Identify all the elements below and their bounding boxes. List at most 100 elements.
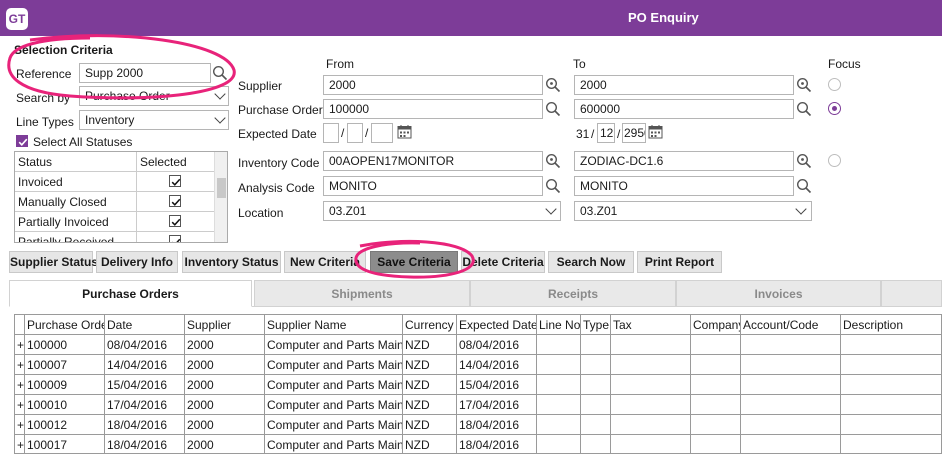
cell-account-code [741, 395, 841, 415]
purchase-order-to-search-icon[interactable] [796, 101, 812, 117]
window-title: PO Enquiry [628, 10, 699, 25]
expected-date-from-day[interactable] [323, 123, 339, 143]
column-header[interactable]: Line No. [537, 315, 581, 335]
analysis-code-from-search-icon[interactable] [545, 178, 561, 194]
print-report-button[interactable]: Print Report [637, 251, 722, 273]
inventory-status-button[interactable]: Inventory Status [182, 251, 281, 273]
supplier-from-input[interactable]: 2000 [323, 75, 543, 95]
tab-overflow[interactable] [881, 280, 942, 307]
column-header[interactable]: Supplier [185, 315, 265, 335]
status-row[interactable]: Invoiced [15, 172, 215, 192]
expected-date-from-calendar-icon[interactable] [397, 124, 412, 139]
cell-company [691, 435, 741, 453]
analysis-code-to-input[interactable]: MONITO [574, 176, 794, 196]
column-header[interactable]: Currency [403, 315, 457, 335]
reference-search-icon[interactable] [212, 65, 228, 81]
save-criteria-button[interactable]: Save Criteria [370, 251, 458, 273]
column-header[interactable]: Type [581, 315, 611, 335]
expected-date-to-year[interactable]: 2950 [622, 123, 646, 143]
purchase-order-to-input[interactable]: 600000 [574, 99, 794, 119]
status-checkbox[interactable] [169, 195, 181, 207]
table-row[interactable]: + 100000 08/04/2016 2000 Computer and Pa… [15, 335, 941, 355]
column-header[interactable]: Expected Date [457, 315, 537, 335]
tab-invoices[interactable]: Invoices [676, 280, 881, 307]
table-row[interactable]: + 100017 18/04/2016 2000 Computer and Pa… [15, 435, 941, 453]
inventory-code-to-input[interactable]: ZODIAC-DC1.6 [574, 151, 794, 171]
status-grid-scrollbar[interactable] [214, 152, 227, 242]
tab-shipments[interactable]: Shipments [254, 280, 470, 307]
reference-input[interactable]: Supp 2000 [79, 63, 211, 83]
searchby-select[interactable]: Purchase Order [79, 86, 229, 106]
column-header[interactable]: Date [105, 315, 185, 335]
expected-date-from-month[interactable] [347, 123, 363, 143]
location-to-select[interactable]: 03.Z01 [574, 201, 812, 221]
supplier-to-input[interactable]: 2000 [574, 75, 794, 95]
purchase-order-label: Purchase Order [238, 103, 323, 117]
delete-criteria-button[interactable]: Delete Criteria [461, 251, 545, 273]
cell-line-no [537, 375, 581, 395]
expected-date-to-day[interactable]: 31 [576, 127, 589, 141]
status-row[interactable]: Manually Closed [15, 192, 215, 212]
supplier-focus-radio[interactable] [828, 78, 841, 91]
supplier-status-button[interactable]: Supplier Status [9, 251, 98, 273]
supplier-from-search-icon[interactable] [545, 77, 561, 93]
cell-supplier: 2000 [185, 415, 265, 435]
analysis-code-to-search-icon[interactable] [796, 178, 812, 194]
select-all-checkbox[interactable] [16, 135, 28, 147]
row-expand-icon[interactable]: + [15, 395, 25, 415]
scrollbar-thumb[interactable] [217, 178, 226, 198]
row-expand-icon[interactable]: + [15, 355, 25, 375]
status-grid: Status Selected Invoiced Manually Closed… [14, 151, 228, 243]
row-expand-icon[interactable]: + [15, 415, 25, 435]
cell-account-code [741, 335, 841, 355]
cell-purchase-order: 100010 [25, 395, 105, 415]
expected-date-to-month[interactable]: 12 [597, 123, 615, 143]
table-row[interactable]: + 100009 15/04/2016 2000 Computer and Pa… [15, 375, 941, 395]
delivery-info-button[interactable]: Delivery Info [96, 251, 178, 273]
purchase-order-from-search-icon[interactable] [545, 101, 561, 117]
column-header[interactable]: Company [691, 315, 741, 335]
column-header[interactable]: Tax [611, 315, 691, 335]
analysis-code-from-input[interactable]: MONITO [323, 176, 543, 196]
status-checkbox[interactable] [169, 235, 181, 242]
column-header[interactable]: Supplier Name [265, 315, 403, 335]
row-expand-icon[interactable]: + [15, 335, 25, 355]
table-row[interactable]: + 100007 14/04/2016 2000 Computer and Pa… [15, 355, 941, 375]
column-header[interactable]: Purchase Order [25, 315, 105, 335]
cell-expected-date: 08/04/2016 [457, 335, 537, 355]
status-row[interactable]: Partially Received [15, 232, 215, 242]
row-expand-icon[interactable]: + [15, 375, 25, 395]
supplier-to-search-icon[interactable] [796, 77, 812, 93]
inventory-code-from-input[interactable]: 00AOPEN17MONITOR [323, 151, 543, 171]
cell-type [581, 415, 611, 435]
purchase-order-from-input[interactable]: 100000 [323, 99, 543, 119]
table-row[interactable]: + 100010 17/04/2016 2000 Computer and Pa… [15, 395, 941, 415]
cell-description [841, 395, 941, 415]
new-criteria-button[interactable]: New Criteria [284, 251, 366, 273]
table-row[interactable]: + 100012 18/04/2016 2000 Computer and Pa… [15, 415, 941, 435]
column-header[interactable]: Account/Code [741, 315, 841, 335]
tab-receipts[interactable]: Receipts [470, 280, 676, 307]
linetypes-select[interactable]: Inventory [79, 110, 229, 130]
expected-date-from-year[interactable] [371, 123, 393, 143]
inventory-code-from-search-icon[interactable] [545, 153, 561, 169]
column-header[interactable]: Description [841, 315, 941, 335]
purchase-order-focus-radio[interactable] [828, 102, 841, 115]
cell-expected-date: 15/04/2016 [457, 375, 537, 395]
status-checkbox[interactable] [169, 215, 181, 227]
search-now-button[interactable]: Search Now [548, 251, 634, 273]
cell-account-code [741, 415, 841, 435]
inventory-code-focus-radio[interactable] [828, 154, 841, 167]
location-from-select[interactable]: 03.Z01 [323, 201, 561, 221]
check-icon [171, 198, 181, 206]
linetypes-label: Line Types [16, 115, 74, 129]
expected-date-to-calendar-icon[interactable] [648, 124, 663, 139]
status-row[interactable]: Partially Invoiced [15, 212, 215, 232]
to-label: To [573, 57, 586, 71]
tab-purchase-orders[interactable]: Purchase Orders [9, 280, 252, 307]
inventory-code-to-search-icon[interactable] [796, 153, 812, 169]
status-header: Status [15, 152, 137, 172]
row-expand-icon[interactable]: + [15, 435, 25, 453]
cell-type [581, 395, 611, 415]
status-checkbox[interactable] [169, 175, 181, 187]
